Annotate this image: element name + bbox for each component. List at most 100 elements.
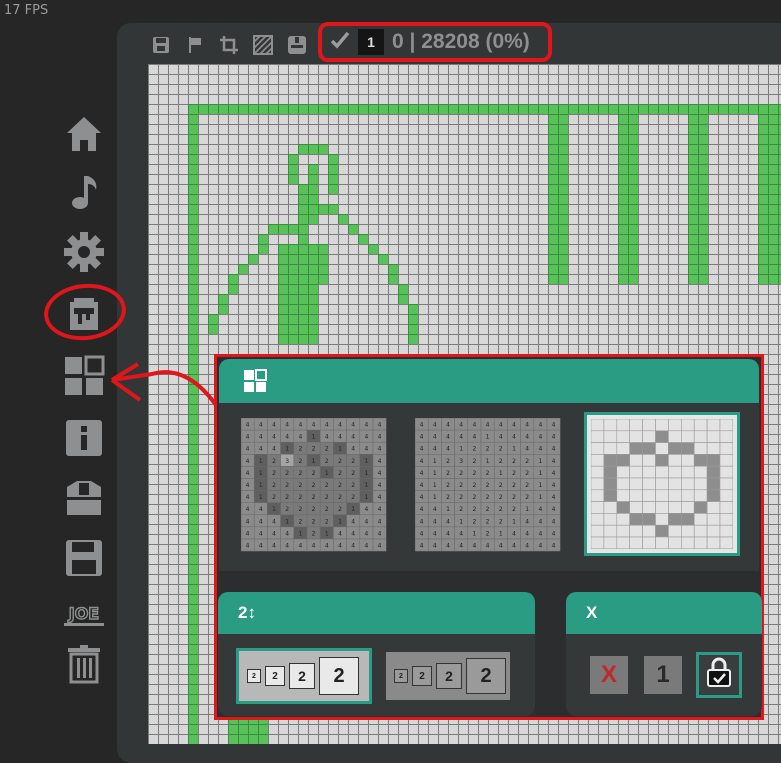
svg-text:4: 4 [552,542,556,549]
svg-text:4: 4 [246,446,250,453]
svg-text:4: 4 [538,518,542,525]
svg-text:4: 4 [351,434,355,441]
svg-text:1: 1 [525,506,529,513]
lock-option[interactable] [696,652,742,698]
svg-text:2: 2 [285,494,289,501]
crop-icon[interactable] [216,32,242,58]
svg-text:2: 2 [512,470,516,477]
tshirt-icon[interactable] [58,472,110,524]
fps-counter: 17 FPS [4,3,49,18]
annotation-circle [41,279,129,345]
svg-text:1: 1 [486,458,490,465]
svg-text:1: 1 [272,506,276,513]
svg-text:2: 2 [525,494,529,501]
floppy-disk-icon[interactable] [58,532,110,584]
svg-text:4: 4 [378,421,382,428]
size-option[interactable]: 2 2 2 2 [386,652,510,700]
toggle-icon[interactable] [284,32,310,58]
svg-text:2: 2 [486,494,490,501]
svg-text:2: 2 [472,506,476,513]
x-option[interactable]: X [590,656,628,694]
svg-text:4: 4 [512,434,516,441]
svg-text:4: 4 [246,530,250,537]
svg-text:4: 4 [446,421,450,428]
svg-text:2: 2 [499,446,503,453]
progress-toolbar: 1 0 | 28208 (0%) [318,22,552,62]
svg-text:4: 4 [325,421,329,428]
svg-text:4: 4 [420,446,424,453]
flag-icon[interactable] [182,32,208,58]
number-option[interactable]: 1 [644,656,682,694]
svg-text:1: 1 [364,470,368,477]
save-icon[interactable] [148,32,174,58]
gear-icon[interactable] [58,226,110,278]
svg-text:4: 4 [552,506,556,513]
home-icon[interactable] [58,108,110,160]
svg-text:4: 4 [512,421,516,428]
svg-text:4: 4 [525,446,529,453]
svg-text:2: 2 [325,482,329,489]
svg-text:2: 2 [459,482,463,489]
svg-text:2: 2 [338,482,342,489]
svg-text:1: 1 [459,446,463,453]
size-option-selected[interactable]: 2 2 2 2 [236,648,372,704]
trash-icon[interactable] [58,638,110,690]
pixel-figure [388,264,398,284]
svg-text:1: 1 [259,470,263,477]
svg-text:2: 2 [272,458,276,465]
svg-text:1: 1 [433,470,437,477]
grid-layout-icon[interactable] [58,350,110,402]
pixel-figure [328,154,338,194]
pixel-column [688,114,708,284]
svg-text:4: 4 [472,421,476,428]
svg-text:2: 2 [312,494,316,501]
svg-text:1: 1 [364,494,368,501]
svg-text:4: 4 [446,518,450,525]
svg-text:4: 4 [378,458,382,465]
svg-text:4: 4 [552,434,556,441]
pattern-thumbnail-numbered[interactable]: 4 4 4 4 4 4 4 4 4 4 4 4 4 4 4 4 1 4 4 4 4 4 4 4 4 1 2 2 2 1 4 4 4 4 1 2 3 2 1 2… [241,418,387,552]
music-note-icon[interactable] [58,166,110,218]
size-sample-l: 2 [466,658,506,694]
svg-text:4: 4 [298,434,302,441]
svg-text:2: 2 [285,506,289,513]
top-toolbar [148,28,310,62]
size-sample-s: 2 [265,666,285,686]
svg-text:2: 2 [525,482,529,489]
svg-text:4: 4 [298,542,302,549]
svg-text:1: 1 [433,458,437,465]
pixel-figure [368,244,378,254]
svg-text:4: 4 [525,518,529,525]
pattern-thumbnail-heart[interactable] [584,412,740,556]
joe-logo-icon[interactable]: JOE [58,588,110,640]
svg-text:2: 2 [525,470,529,477]
svg-text:2: 2 [298,494,302,501]
svg-text:1: 1 [298,530,302,537]
hatch-pattern-icon[interactable] [250,32,276,58]
svg-text:2: 2 [312,530,316,537]
svg-text:4: 4 [338,530,342,537]
size-sample-l: 2 [319,657,359,695]
svg-text:1: 1 [512,446,516,453]
pixel-column [548,114,568,284]
svg-text:1: 1 [499,470,503,477]
svg-text:2: 2 [351,458,355,465]
svg-text:2: 2 [525,458,529,465]
info-icon[interactable] [58,412,110,464]
pattern-thumbnail-numbered-plain[interactable]: 4 4 4 4 4 4 4 4 4 4 4 4 4 4 4 4 1 4 4 4 4 4 4 4 4 1 2 2 2 1 4 4 4 4 1 2 3 2 1 2… [415,418,561,552]
pixel-figure [228,274,238,294]
svg-text:4: 4 [351,446,355,453]
svg-text:2: 2 [298,506,302,513]
svg-text:1: 1 [285,446,289,453]
svg-text:3: 3 [285,458,289,465]
svg-text:1: 1 [459,518,463,525]
svg-text:2: 2 [351,482,355,489]
svg-text:2: 2 [272,494,276,501]
svg-text:4: 4 [259,421,263,428]
svg-text:2: 2 [338,494,342,501]
counter-badge[interactable]: 1 [358,29,384,55]
svg-text:1: 1 [538,458,542,465]
svg-text:4: 4 [459,530,463,537]
check-icon[interactable] [330,30,350,55]
svg-text:4: 4 [246,506,250,513]
